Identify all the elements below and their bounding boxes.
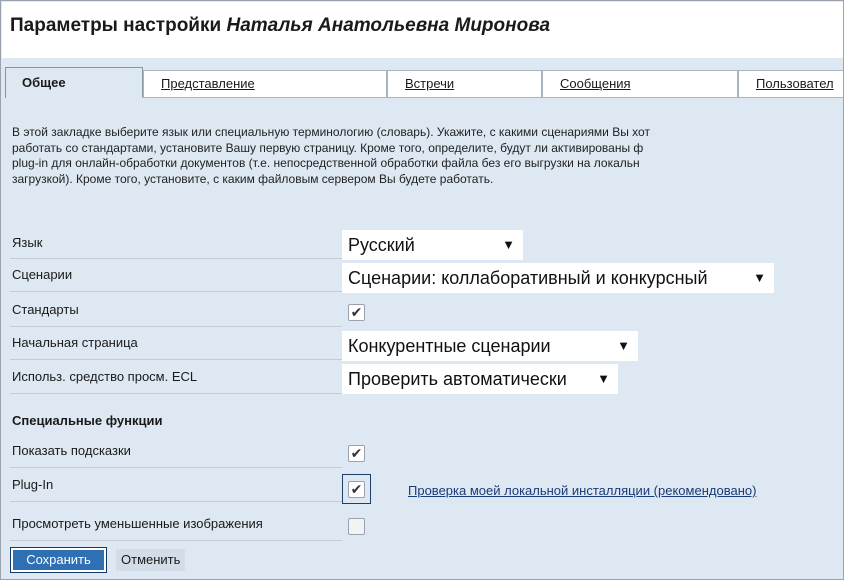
tab-meetings-label: Встречи	[405, 76, 455, 91]
row-divider	[10, 540, 342, 541]
chevron-down-icon: ▼	[597, 371, 610, 386]
description-line: работать со стандартами, установите Вашу…	[12, 140, 644, 155]
show-hints-label: Показать подсказки	[12, 443, 131, 458]
description-text: В этой закладке выберите язык или специа…	[12, 125, 843, 187]
row-divider	[10, 291, 342, 292]
tab-messages-label: Сообщения	[560, 76, 631, 91]
show-hints-checkbox[interactable]: ✔	[348, 445, 365, 462]
chevron-down-icon: ▼	[617, 338, 630, 353]
row-divider	[10, 359, 342, 360]
save-button-label: Сохранить	[13, 550, 104, 570]
row-divider	[10, 393, 342, 394]
plugin-checkbox[interactable]: ✔	[348, 481, 365, 498]
tab-meetings[interactable]: Встречи	[387, 70, 542, 98]
checkmark-icon: ✔	[350, 481, 363, 497]
tab-users[interactable]: Пользовател	[738, 70, 843, 98]
start-page-label: Начальная страница	[12, 335, 138, 350]
tab-users-label: Пользовател	[756, 76, 834, 91]
settings-dialog: Параметры настройки Наталья Анатольевна …	[0, 0, 844, 580]
tab-messages[interactable]: Сообщения	[542, 70, 738, 98]
scenarios-label: Сценарии	[12, 267, 73, 282]
tab-view-label: Представление	[161, 76, 255, 91]
save-button[interactable]: Сохранить	[10, 547, 107, 573]
tab-divider	[142, 97, 843, 98]
title-prefix: Параметры настройки	[10, 15, 222, 36]
checkmark-icon: ✔	[350, 445, 363, 461]
ecl-viewer-select[interactable]: Проверить автоматически ▼	[342, 364, 618, 394]
user-name: Наталья Анатольевна Миронова	[226, 15, 551, 36]
ecl-viewer-label: Использ. средство просм. ECL	[12, 369, 198, 384]
chevron-down-icon: ▼	[502, 237, 515, 252]
tab-general-label: Общее	[22, 75, 66, 90]
language-value: Русский	[348, 235, 415, 255]
tab-general[interactable]: Общее	[5, 67, 143, 98]
tab-bar: Общее Представление Встречи Сообщения По…	[2, 67, 843, 98]
row-divider	[10, 501, 342, 502]
plugin-label: Plug-In	[12, 477, 54, 492]
language-select[interactable]: Русский ▼	[342, 230, 523, 260]
row-divider	[10, 467, 342, 468]
standards-label: Стандарты	[12, 302, 79, 317]
row-divider	[10, 326, 342, 327]
page-header: Параметры настройки Наталья Анатольевна …	[2, 2, 843, 58]
start-page-value: Конкурентные сценарии	[348, 336, 551, 356]
description-line: В этой закладке выберите язык или специа…	[12, 125, 650, 139]
row-divider	[10, 258, 342, 259]
checkmark-icon: ✔	[350, 304, 363, 320]
language-label: Язык	[12, 235, 43, 250]
special-functions-heading: Специальные функции	[12, 413, 163, 428]
description-line: plug-in для онлайн-обработки документов …	[12, 156, 640, 170]
chevron-down-icon: ▼	[753, 270, 766, 285]
description-line: загрузкой). Кроме того, установите, с ка…	[12, 171, 494, 186]
thumbnails-checkbox[interactable]	[348, 518, 365, 535]
standards-checkbox[interactable]: ✔	[348, 304, 365, 321]
cancel-button[interactable]: Отменить	[116, 549, 186, 571]
scenarios-value: Сценарии: коллаборативный и конкурсный	[348, 268, 708, 288]
page-title: Параметры настройки Наталья Анатольевна …	[10, 15, 550, 37]
tab-view[interactable]: Представление	[143, 70, 387, 98]
check-installation-link[interactable]: Проверка моей локальной инсталляции (рек…	[408, 483, 756, 498]
start-page-select[interactable]: Конкурентные сценарии ▼	[342, 331, 638, 361]
thumbnails-label: Просмотреть уменьшенные изображения	[12, 516, 263, 531]
ecl-viewer-value: Проверить автоматически	[348, 369, 567, 389]
scenarios-select[interactable]: Сценарии: коллаборативный и конкурсный ▼	[342, 263, 774, 293]
